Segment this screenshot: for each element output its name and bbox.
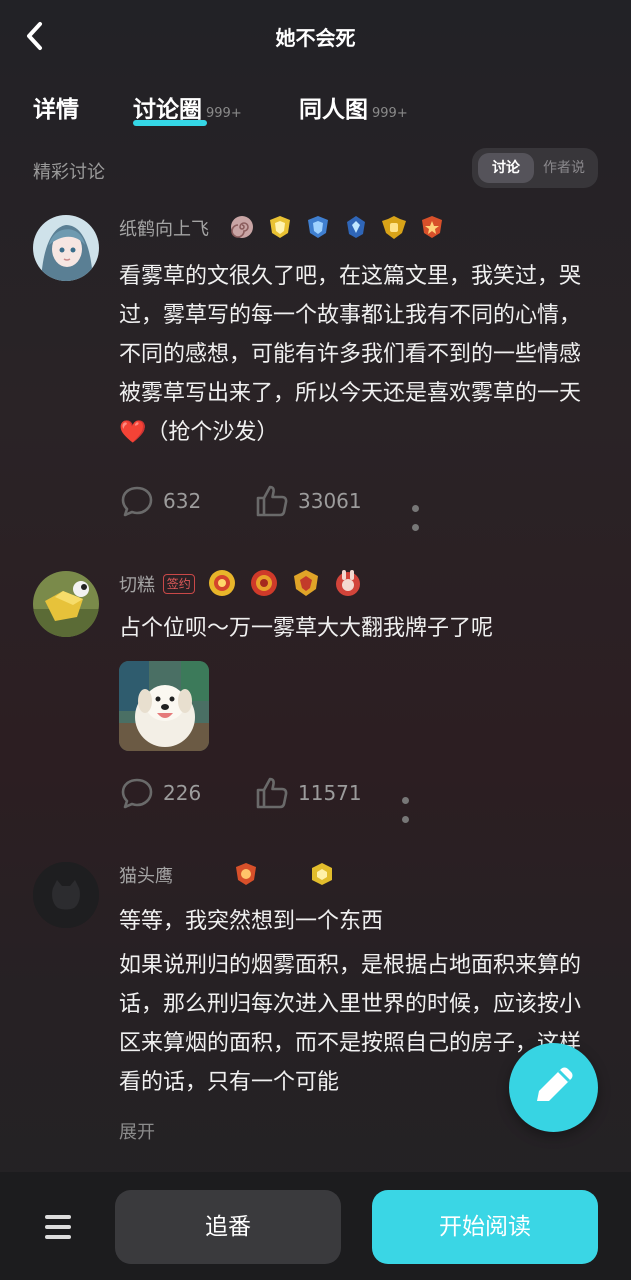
- red-medal-badge-icon: [251, 570, 277, 596]
- gold-wing-badge-icon: [382, 216, 406, 239]
- tab-bar: 详情 讨论圈 999+ 同人图 999+: [0, 90, 631, 134]
- tab-count: 999+: [206, 106, 242, 121]
- tab-label: 详情: [33, 97, 79, 123]
- tab-discussion[interactable]: 讨论圈 999+: [133, 90, 242, 130]
- post-text: 占个位呗～万一雾草大大翻我牌子了呢: [119, 616, 494, 641]
- username-text: 切糕: [119, 575, 155, 596]
- red-star-badge-icon: [422, 216, 442, 238]
- expand-link[interactable]: 展开: [119, 1118, 155, 1144]
- badge-row: [204, 567, 366, 599]
- thumbs-up-icon: [256, 485, 288, 517]
- menu-button[interactable]: [38, 1210, 78, 1246]
- red-rabbit-badge-icon: [336, 570, 360, 596]
- blue-shield-badge-icon: [308, 216, 328, 238]
- top-bar: 她不会死: [0, 0, 631, 74]
- tab-fanart[interactable]: 同人图 999+: [299, 90, 408, 130]
- pencil-icon: [537, 1067, 573, 1101]
- username[interactable]: 纸鹤向上飞: [119, 215, 209, 241]
- write-post-button[interactable]: [509, 1043, 598, 1132]
- like-button[interactable]: 11571: [254, 773, 362, 813]
- gold-shield-badge-icon: [270, 216, 290, 238]
- more-options-icon[interactable]: [412, 497, 434, 531]
- like-count: 11571: [298, 781, 362, 805]
- section-title: 精彩讨论: [33, 162, 105, 183]
- post-text-first-line: 等等，我突然想到一个东西: [119, 909, 384, 934]
- comment-button[interactable]: 632: [119, 481, 201, 521]
- like-button[interactable]: 33061: [254, 481, 362, 521]
- thumbs-up-icon: [256, 777, 288, 809]
- page-title: 她不会死: [275, 26, 356, 50]
- toggle-author-says[interactable]: 作者说: [534, 153, 594, 183]
- username[interactable]: 切糕 签约: [119, 571, 195, 597]
- badge-row: [232, 860, 336, 888]
- start-reading-button[interactable]: 开始阅读: [372, 1190, 598, 1264]
- toggle-discussion[interactable]: 讨论: [478, 153, 534, 183]
- avatar[interactable]: [33, 215, 99, 281]
- blue-gem-badge-icon: [347, 216, 365, 238]
- gold-hex-badge-icon: [312, 863, 332, 885]
- bottom-bar: 追番 开始阅读: [0, 1172, 631, 1280]
- avatar[interactable]: [33, 571, 99, 637]
- post-image[interactable]: [119, 661, 209, 751]
- menu-icon: [45, 1215, 71, 1239]
- discussion-toggle: 讨论 作者说: [472, 148, 598, 188]
- gold-crest-badge-icon: [294, 570, 318, 596]
- tab-label: 讨论圈: [133, 97, 202, 123]
- tab-label: 同人图: [299, 97, 368, 123]
- username[interactable]: 猫头鹰: [119, 862, 173, 888]
- tab-details[interactable]: 详情: [33, 90, 79, 130]
- badge-row: [228, 213, 446, 241]
- post-actions: 226 11571: [119, 773, 539, 823]
- gold-flower-badge-icon: [209, 570, 235, 596]
- comment-icon: [121, 486, 153, 517]
- spiral-badge-icon: [231, 216, 253, 238]
- follow-button[interactable]: 追番: [115, 1190, 341, 1264]
- comment-icon: [121, 778, 153, 809]
- comment-count: 226: [163, 781, 202, 805]
- comment-button[interactable]: 226: [119, 773, 201, 813]
- avatar[interactable]: [33, 862, 99, 928]
- post-text: 看雾草的文很久了吧，在这篇文里，我笑过，哭过，雾草写的每一个故事都让我有不同的心…: [119, 264, 582, 445]
- signed-tag: 签约: [162, 574, 195, 594]
- tab-count: 999+: [372, 106, 408, 121]
- like-count: 33061: [298, 489, 362, 513]
- post-actions: 632 33061: [119, 481, 539, 531]
- red-crest-badge-icon: [236, 863, 256, 885]
- more-options-icon[interactable]: [402, 789, 424, 823]
- comment-count: 632: [163, 489, 202, 513]
